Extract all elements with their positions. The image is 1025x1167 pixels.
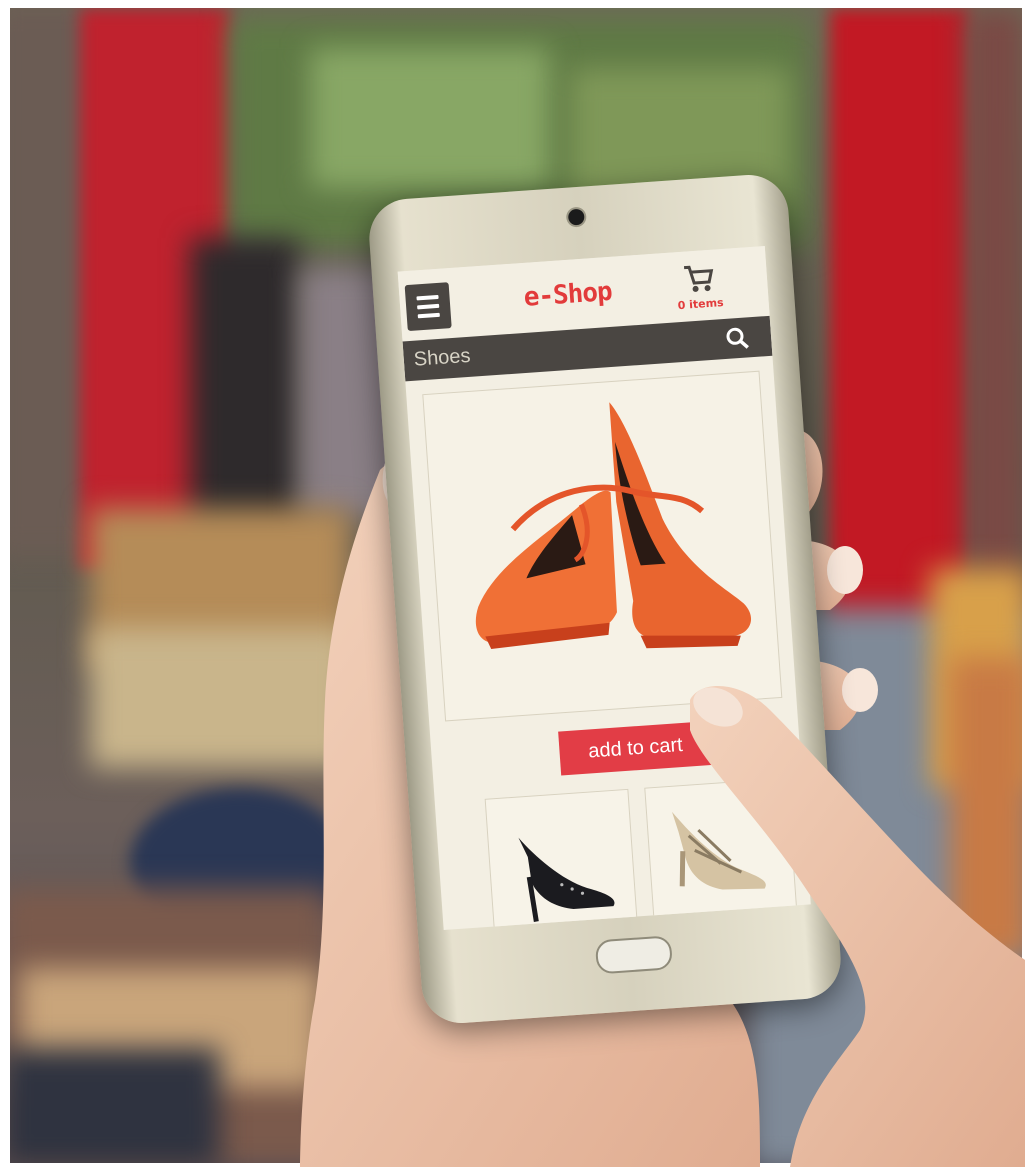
product-thumbnail-beige-sandal[interactable]	[644, 777, 798, 930]
beige-sandal-image	[672, 811, 766, 890]
smartphone: e-Shop 0 items Shoes add to cart	[366, 172, 844, 1026]
product-thumbnail-black-heel[interactable]	[484, 788, 639, 931]
black-heel-image	[518, 837, 615, 922]
app-brand: e-Shop	[522, 276, 613, 313]
search-input[interactable]: Shoes	[413, 345, 471, 372]
cart-icon	[683, 265, 714, 292]
add-to-cart-button[interactable]: add to cart	[558, 720, 713, 776]
featured-product-card[interactable]	[422, 370, 783, 722]
cart-count: 0 items	[677, 296, 725, 313]
menu-icon[interactable]	[404, 282, 452, 332]
cart-button[interactable]: 0 items	[668, 259, 732, 319]
search-icon[interactable]	[724, 325, 750, 351]
home-button[interactable]	[594, 935, 673, 975]
orange-heels-image	[475, 402, 752, 650]
phone-screen: e-Shop 0 items Shoes add to cart	[397, 245, 811, 931]
